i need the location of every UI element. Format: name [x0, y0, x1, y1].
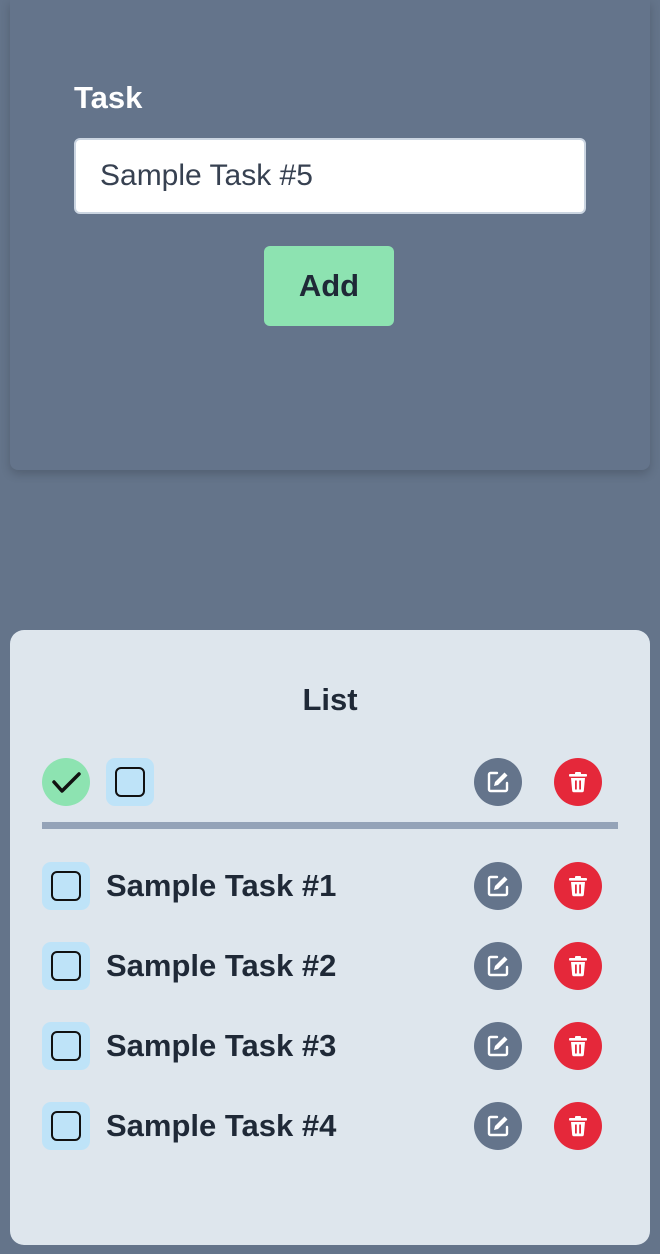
checkbox-icon: [51, 951, 81, 981]
check-circle-icon[interactable]: [42, 758, 90, 806]
edit-icon: [487, 875, 509, 897]
task-input[interactable]: [74, 138, 586, 214]
task-label: Sample Task #2: [106, 948, 337, 983]
task-checkbox[interactable]: [42, 862, 90, 910]
delete-all-button[interactable]: [554, 758, 602, 806]
edit-task-button[interactable]: [474, 942, 522, 990]
delete-task-button[interactable]: [554, 1102, 602, 1150]
trash-icon: [569, 772, 587, 793]
trash-icon: [569, 1116, 587, 1137]
task-label: Sample Task #1: [106, 868, 337, 903]
task-checkbox[interactable]: [42, 1022, 90, 1070]
edit-task-button[interactable]: [474, 1022, 522, 1070]
task-label: Sample Task #3: [106, 1028, 337, 1063]
delete-task-button[interactable]: [554, 942, 602, 990]
checkbox-icon: [51, 1031, 81, 1061]
edit-icon: [487, 955, 509, 977]
trash-icon: [569, 1036, 587, 1057]
edit-task-button[interactable]: [474, 862, 522, 910]
task-label: Sample Task #4: [106, 1108, 337, 1143]
list-item: Sample Task #1: [42, 862, 618, 910]
list-divider: [42, 822, 618, 829]
edit-all-button[interactable]: [474, 758, 522, 806]
task-label: Task: [74, 80, 143, 115]
task-checkbox[interactable]: [42, 942, 90, 990]
edit-icon: [487, 1035, 509, 1057]
edit-task-button[interactable]: [474, 1102, 522, 1150]
task-list-card: List Sample Task #1 Sample Task #2 Sampl…: [10, 630, 650, 1245]
select-all-checkbox[interactable]: [106, 758, 154, 806]
list-item: Sample Task #3: [42, 1022, 618, 1070]
list-item: Sample Task #4: [42, 1102, 618, 1150]
trash-icon: [569, 956, 587, 977]
checkbox-icon: [51, 871, 81, 901]
delete-task-button[interactable]: [554, 862, 602, 910]
task-form-card: Task Add: [10, 0, 650, 470]
list-header-row: [42, 758, 618, 806]
trash-icon: [569, 876, 587, 897]
edit-icon: [487, 1115, 509, 1137]
list-item: Sample Task #2: [42, 942, 618, 990]
delete-task-button[interactable]: [554, 1022, 602, 1070]
checkbox-icon: [51, 1111, 81, 1141]
edit-icon: [487, 771, 509, 793]
list-title: List: [302, 682, 358, 717]
task-checkbox[interactable]: [42, 1102, 90, 1150]
add-button[interactable]: Add: [264, 246, 394, 326]
checkbox-icon: [115, 767, 145, 797]
